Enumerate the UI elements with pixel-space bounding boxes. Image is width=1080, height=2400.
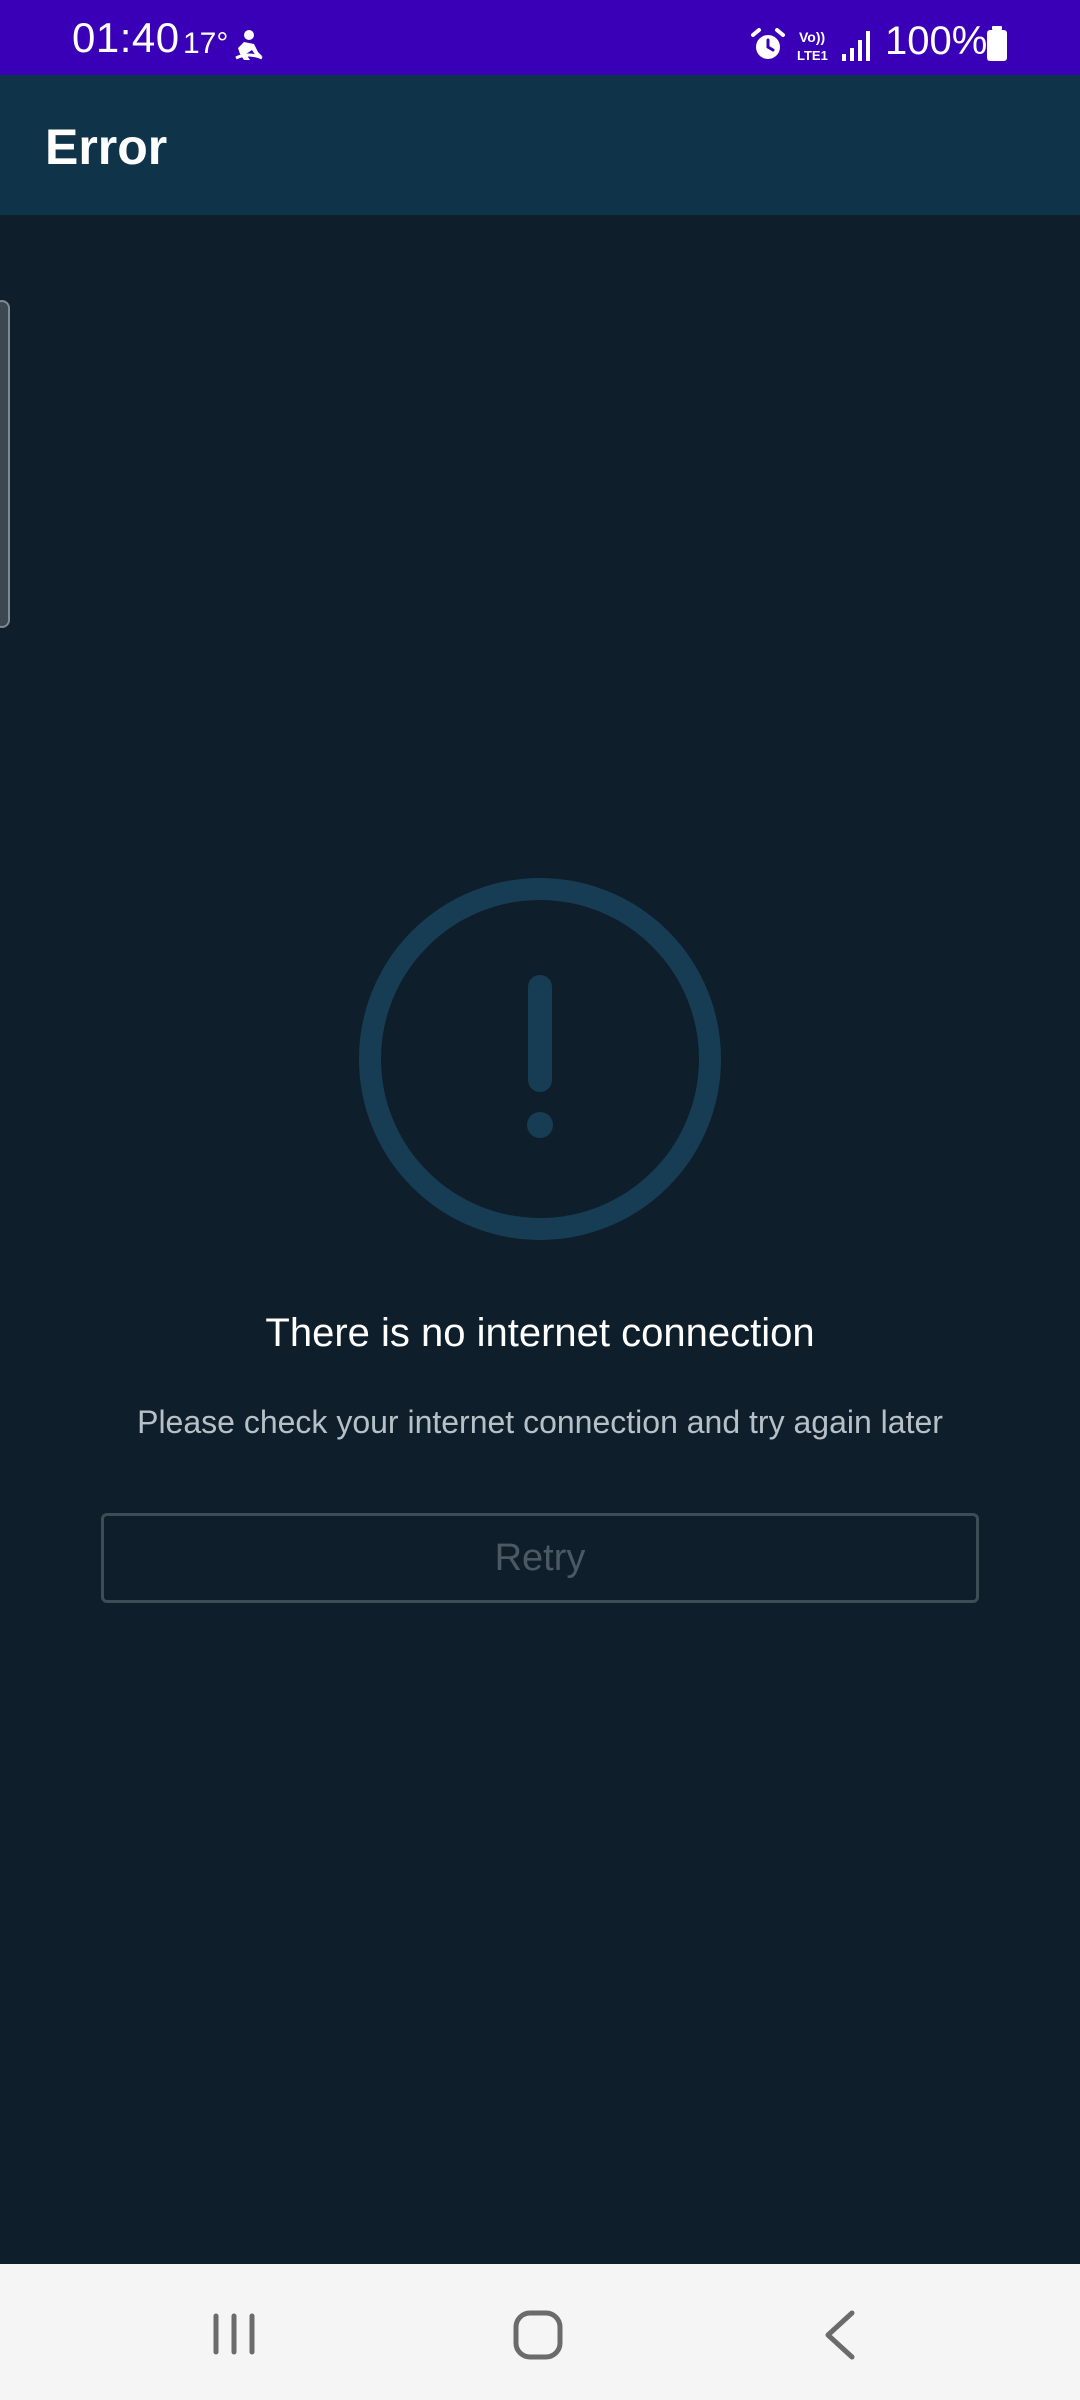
retry-button[interactable]: Retry bbox=[101, 1513, 979, 1603]
status-time: 01:40 bbox=[72, 14, 180, 61]
svg-text:LTE1: LTE1 bbox=[797, 48, 828, 63]
weather-icon bbox=[235, 30, 263, 60]
recents-icon[interactable] bbox=[210, 2312, 258, 2356]
battery-percentage: 100% bbox=[885, 19, 988, 63]
error-title: There is no internet connection bbox=[265, 1311, 815, 1355]
exclamation-circle-icon bbox=[359, 878, 721, 1240]
status-temperature: 17° bbox=[183, 27, 229, 60]
back-icon[interactable] bbox=[822, 2309, 858, 2361]
signal-icon bbox=[842, 31, 870, 61]
error-message: Please check your internet connection an… bbox=[137, 1404, 943, 1440]
app-bar: Error bbox=[0, 75, 1080, 215]
status-bar: 01:40 17° Vo)) LTE1 100% bbox=[0, 0, 1080, 75]
page-title: Error bbox=[45, 119, 168, 175]
battery-icon bbox=[987, 26, 1007, 61]
svg-text:Vo)): Vo)) bbox=[799, 29, 825, 45]
alarm-icon bbox=[751, 28, 785, 59]
edge-panel-handle[interactable] bbox=[0, 300, 10, 628]
home-icon[interactable] bbox=[513, 2310, 563, 2360]
volte-icon: Vo)) LTE1 bbox=[797, 29, 828, 63]
